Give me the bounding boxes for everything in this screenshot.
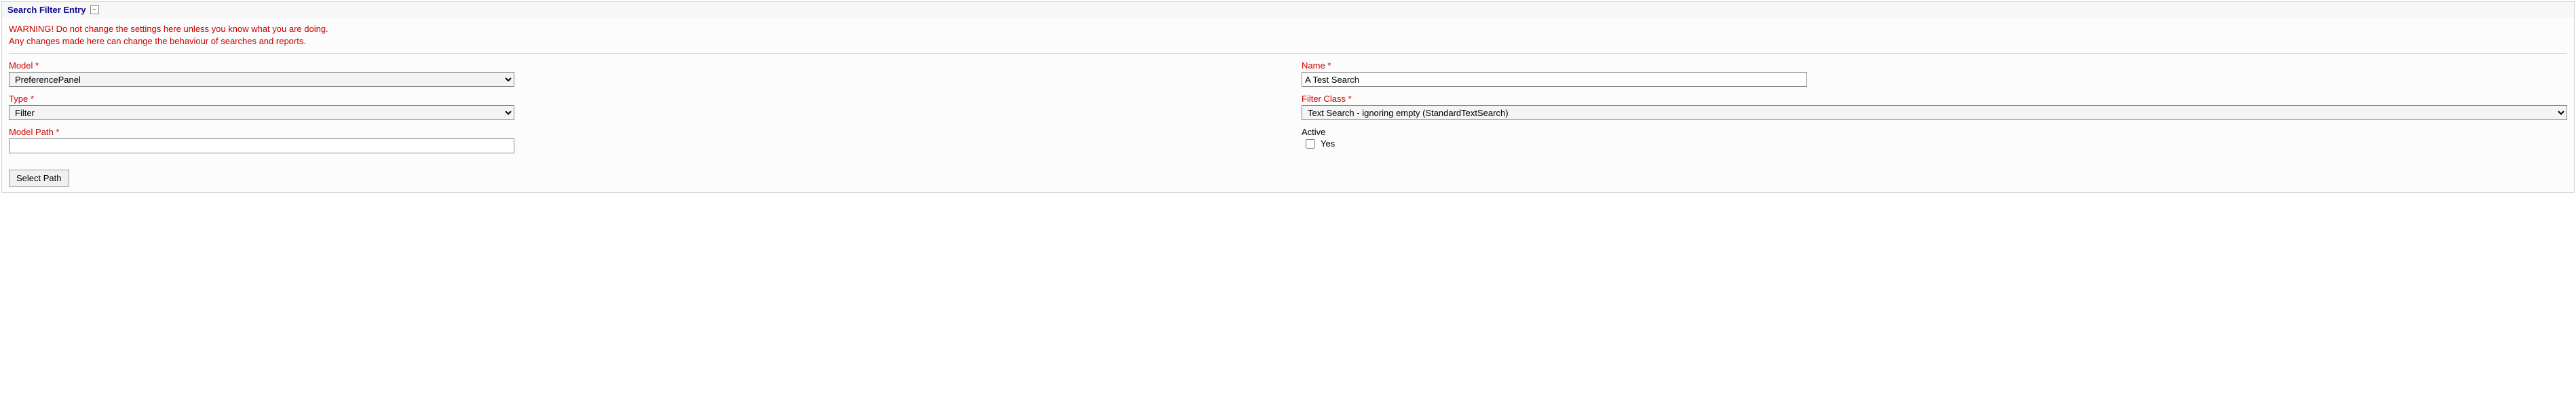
filter-class-required: * bbox=[1348, 94, 1352, 104]
field-filter-class: Filter Class * Text Search - ignoring em… bbox=[1302, 94, 2567, 120]
filter-class-label: Filter Class * bbox=[1302, 94, 2567, 104]
field-model: Model * PreferencePanel bbox=[9, 60, 1274, 87]
model-path-label: Model Path * bbox=[9, 127, 1274, 137]
form-row-1: Model * PreferencePanel Type * Filter bbox=[9, 60, 2567, 187]
type-required: * bbox=[31, 94, 34, 104]
form-col-right: Name * Filter Class * Text Search - igno… bbox=[1302, 60, 2567, 187]
active-label: Active bbox=[1302, 127, 2567, 137]
name-required: * bbox=[1327, 60, 1331, 71]
type-select[interactable]: Filter bbox=[9, 105, 514, 120]
name-label: Name * bbox=[1302, 60, 2567, 71]
warning-line1: WARNING! Do not change the settings here… bbox=[9, 23, 2567, 35]
type-label-text: Type bbox=[9, 94, 28, 104]
model-path-label-text: Model Path bbox=[9, 127, 54, 137]
field-active: Active Yes bbox=[1302, 127, 2567, 149]
panel-header: Search Filter Entry − bbox=[2, 2, 2574, 18]
active-option-text: Yes bbox=[1321, 138, 1335, 149]
field-model-path: Model Path * bbox=[9, 127, 1274, 153]
search-filter-panel: Search Filter Entry − WARNING! Do not ch… bbox=[1, 1, 2575, 193]
active-checkbox[interactable] bbox=[1306, 139, 1315, 149]
warning-line2: Any changes made here can change the beh… bbox=[9, 35, 2567, 48]
name-input[interactable] bbox=[1302, 72, 1807, 87]
model-select[interactable]: PreferencePanel bbox=[9, 72, 514, 87]
divider bbox=[9, 53, 2567, 54]
model-path-input[interactable] bbox=[9, 138, 514, 153]
field-name: Name * bbox=[1302, 60, 2567, 87]
field-type: Type * Filter bbox=[9, 94, 1274, 120]
model-label: Model * bbox=[9, 60, 1274, 71]
panel-body: WARNING! Do not change the settings here… bbox=[2, 18, 2574, 192]
panel-title: Search Filter Entry bbox=[7, 5, 86, 15]
name-label-text: Name bbox=[1302, 60, 1325, 71]
select-path-button[interactable]: Select Path bbox=[9, 170, 69, 187]
model-label-text: Model bbox=[9, 60, 33, 71]
collapse-icon[interactable]: − bbox=[90, 5, 99, 14]
filter-class-select[interactable]: Text Search - ignoring empty (StandardTe… bbox=[1302, 105, 2567, 120]
filter-class-label-text: Filter Class bbox=[1302, 94, 1346, 104]
model-required: * bbox=[35, 60, 39, 71]
active-checkbox-wrap: Yes bbox=[1302, 138, 2567, 149]
button-row: Select Path bbox=[9, 170, 1274, 187]
type-label: Type * bbox=[9, 94, 1274, 104]
warning-text: WARNING! Do not change the settings here… bbox=[9, 23, 2567, 48]
model-path-required: * bbox=[56, 127, 59, 137]
form-col-left: Model * PreferencePanel Type * Filter bbox=[9, 60, 1274, 187]
